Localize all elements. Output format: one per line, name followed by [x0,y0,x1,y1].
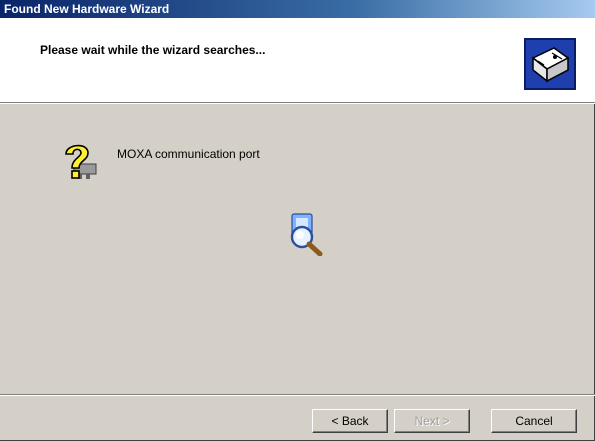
cancel-button[interactable]: Cancel [491,409,577,433]
window-title: Found New Hardware Wizard [4,2,170,16]
next-button[interactable]: Next > [394,409,470,433]
hardware-wizard-icon [524,38,576,90]
footer-divider [0,394,595,396]
header-title: Please wait while the wizard searches... [40,43,266,57]
title-bar[interactable]: Found New Hardware Wizard [0,0,595,18]
wizard-window: Found New Hardware Wizard Please wait wh… [0,0,595,441]
question-mark-hardware-icon [65,144,97,179]
back-button[interactable]: < Back [312,409,388,433]
header-divider [0,102,595,104]
wizard-header: Please wait while the wizard searches... [0,18,595,102]
magnifier-search-icon [290,213,323,256]
device-name-label: MOXA communication port [117,147,260,161]
